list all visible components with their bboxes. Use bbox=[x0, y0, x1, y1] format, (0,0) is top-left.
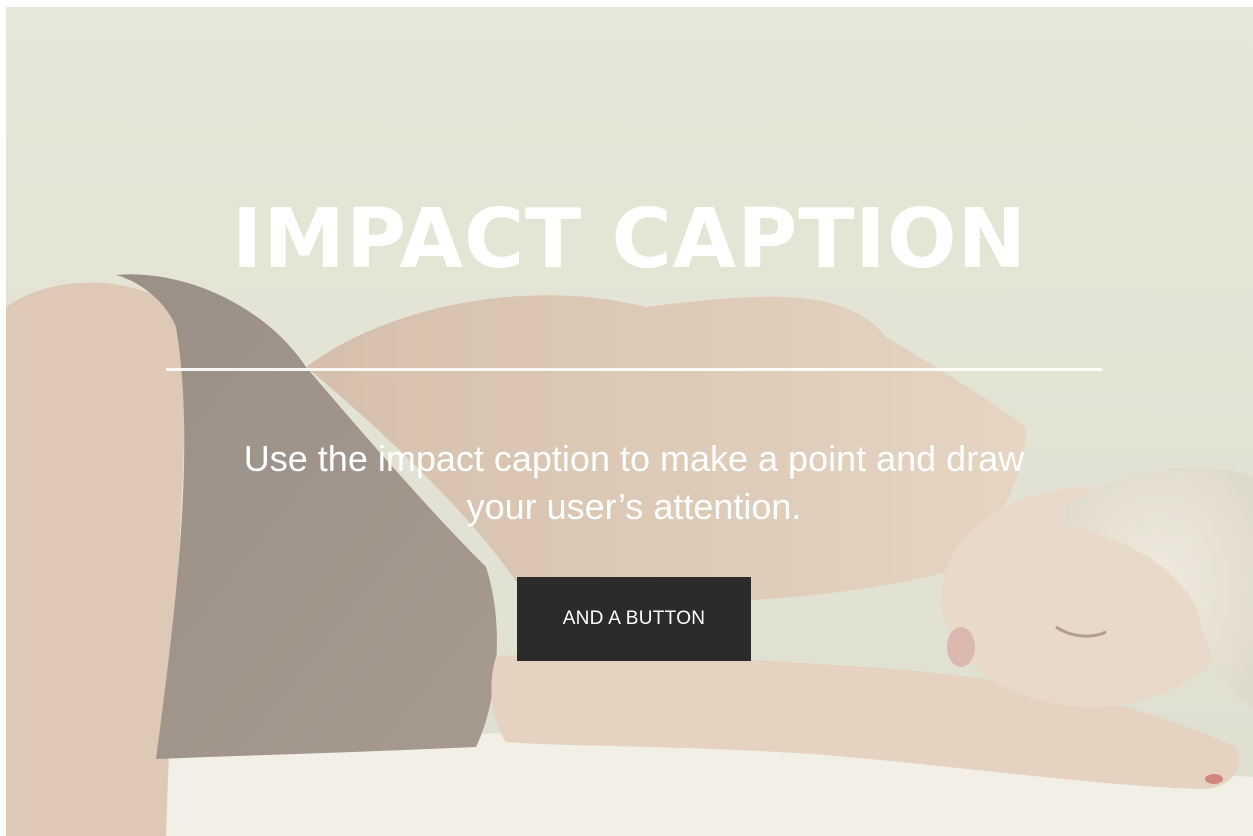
hero-subtitle-line-2: your user’s attention. bbox=[466, 486, 802, 527]
caption-divider bbox=[166, 368, 1102, 371]
hero-subtitle: Use the impact caption to make a point a… bbox=[166, 435, 1102, 531]
cta-button[interactable]: AND A BUTTON bbox=[517, 577, 751, 661]
hero-subtitle-line-1: Use the impact caption to make a point a… bbox=[243, 438, 1025, 479]
caption-block: IMPACT CAPTION Use the impact caption to… bbox=[6, 7, 1253, 836]
hero-section: IMPACT CAPTION Use the impact caption to… bbox=[6, 7, 1253, 836]
hero-title: IMPACT CAPTION bbox=[231, 192, 1028, 287]
